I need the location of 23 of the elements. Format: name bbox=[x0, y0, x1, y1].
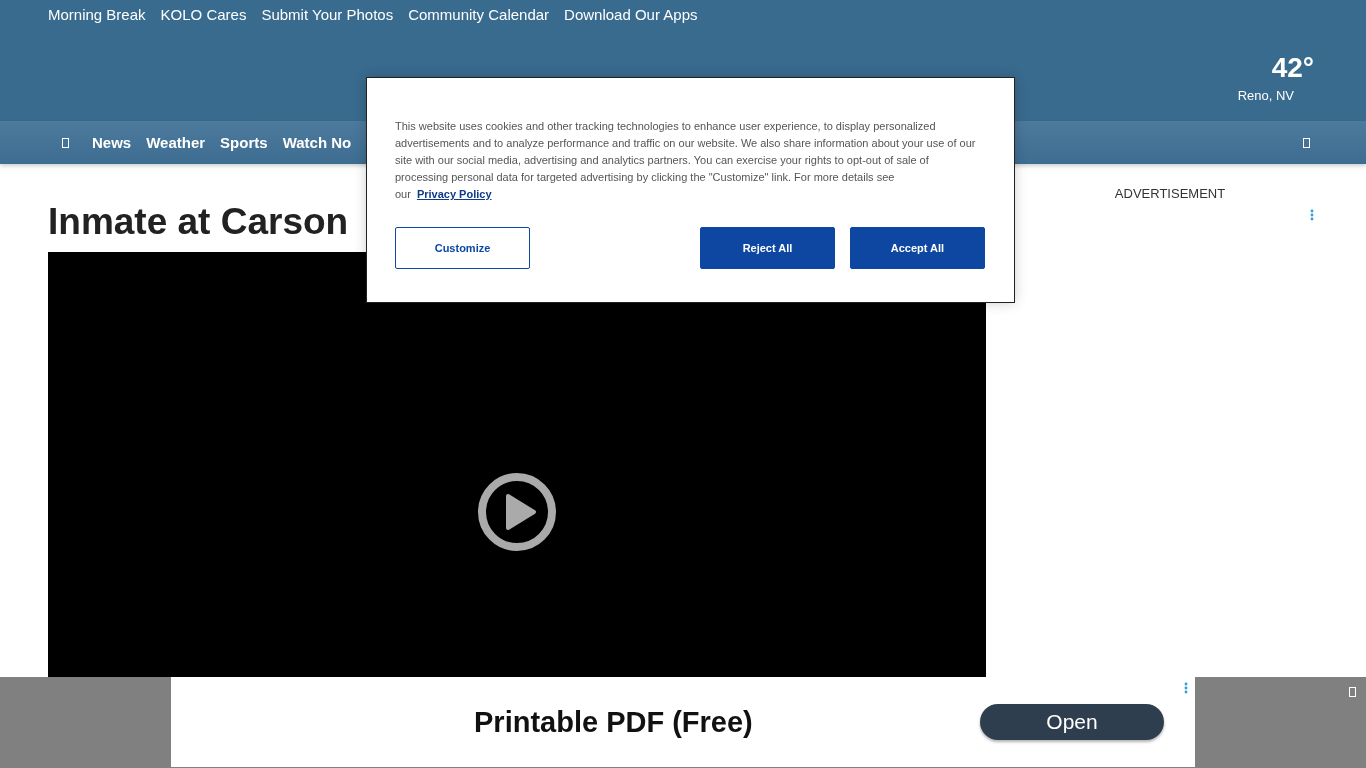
privacy-link[interactable]: Privacy Policy bbox=[416, 188, 492, 200]
more-icon[interactable] bbox=[1184, 682, 1188, 694]
play-icon[interactable] bbox=[477, 472, 557, 552]
top-link[interactable]: Submit Your Photos bbox=[261, 6, 394, 23]
ad-label: ADVERTISEMENT bbox=[1114, 186, 1226, 201]
cookie-text: This website uses cookies and other tracking technologies to enhance user experience, to display personalized advertisements and to analyze performance and traffic on our website. We also share information about your use of our site with our social media, advertising and analytics partners. You can exercise your rights to opt-out of sale of processing personal data for targeted advertising by clicking the "Customize" link. For more details see our Privacy Policy bbox=[395, 119, 977, 202]
nav-item[interactable]: Sports bbox=[220, 134, 268, 151]
nav-item[interactable]: News bbox=[92, 134, 132, 151]
headline: Inmate at Carson bbox=[48, 200, 349, 244]
location: Reno, NV bbox=[1237, 88, 1294, 103]
consent-button[interactable]: Accept All bbox=[850, 227, 985, 269]
temperature: 42° bbox=[1271, 52, 1314, 84]
top-link[interactable]: Community Calendar bbox=[408, 6, 550, 23]
customize-button[interactable]: Customize bbox=[395, 227, 530, 269]
top-link[interactable]: KOLO Cares bbox=[160, 6, 247, 23]
nav-item[interactable]: Weather bbox=[146, 134, 206, 151]
nav-item[interactable]: Watch No bbox=[282, 134, 352, 151]
top-link[interactable]: Download Our Apps bbox=[564, 6, 698, 23]
ad-title: Printable PDF (Free) bbox=[474, 705, 753, 739]
open-button[interactable]: Open bbox=[980, 704, 1164, 740]
more-icon[interactable] bbox=[1310, 209, 1314, 221]
consent-button[interactable]: Reject All bbox=[700, 227, 835, 269]
top-link[interactable]: Morning Break bbox=[48, 6, 146, 23]
